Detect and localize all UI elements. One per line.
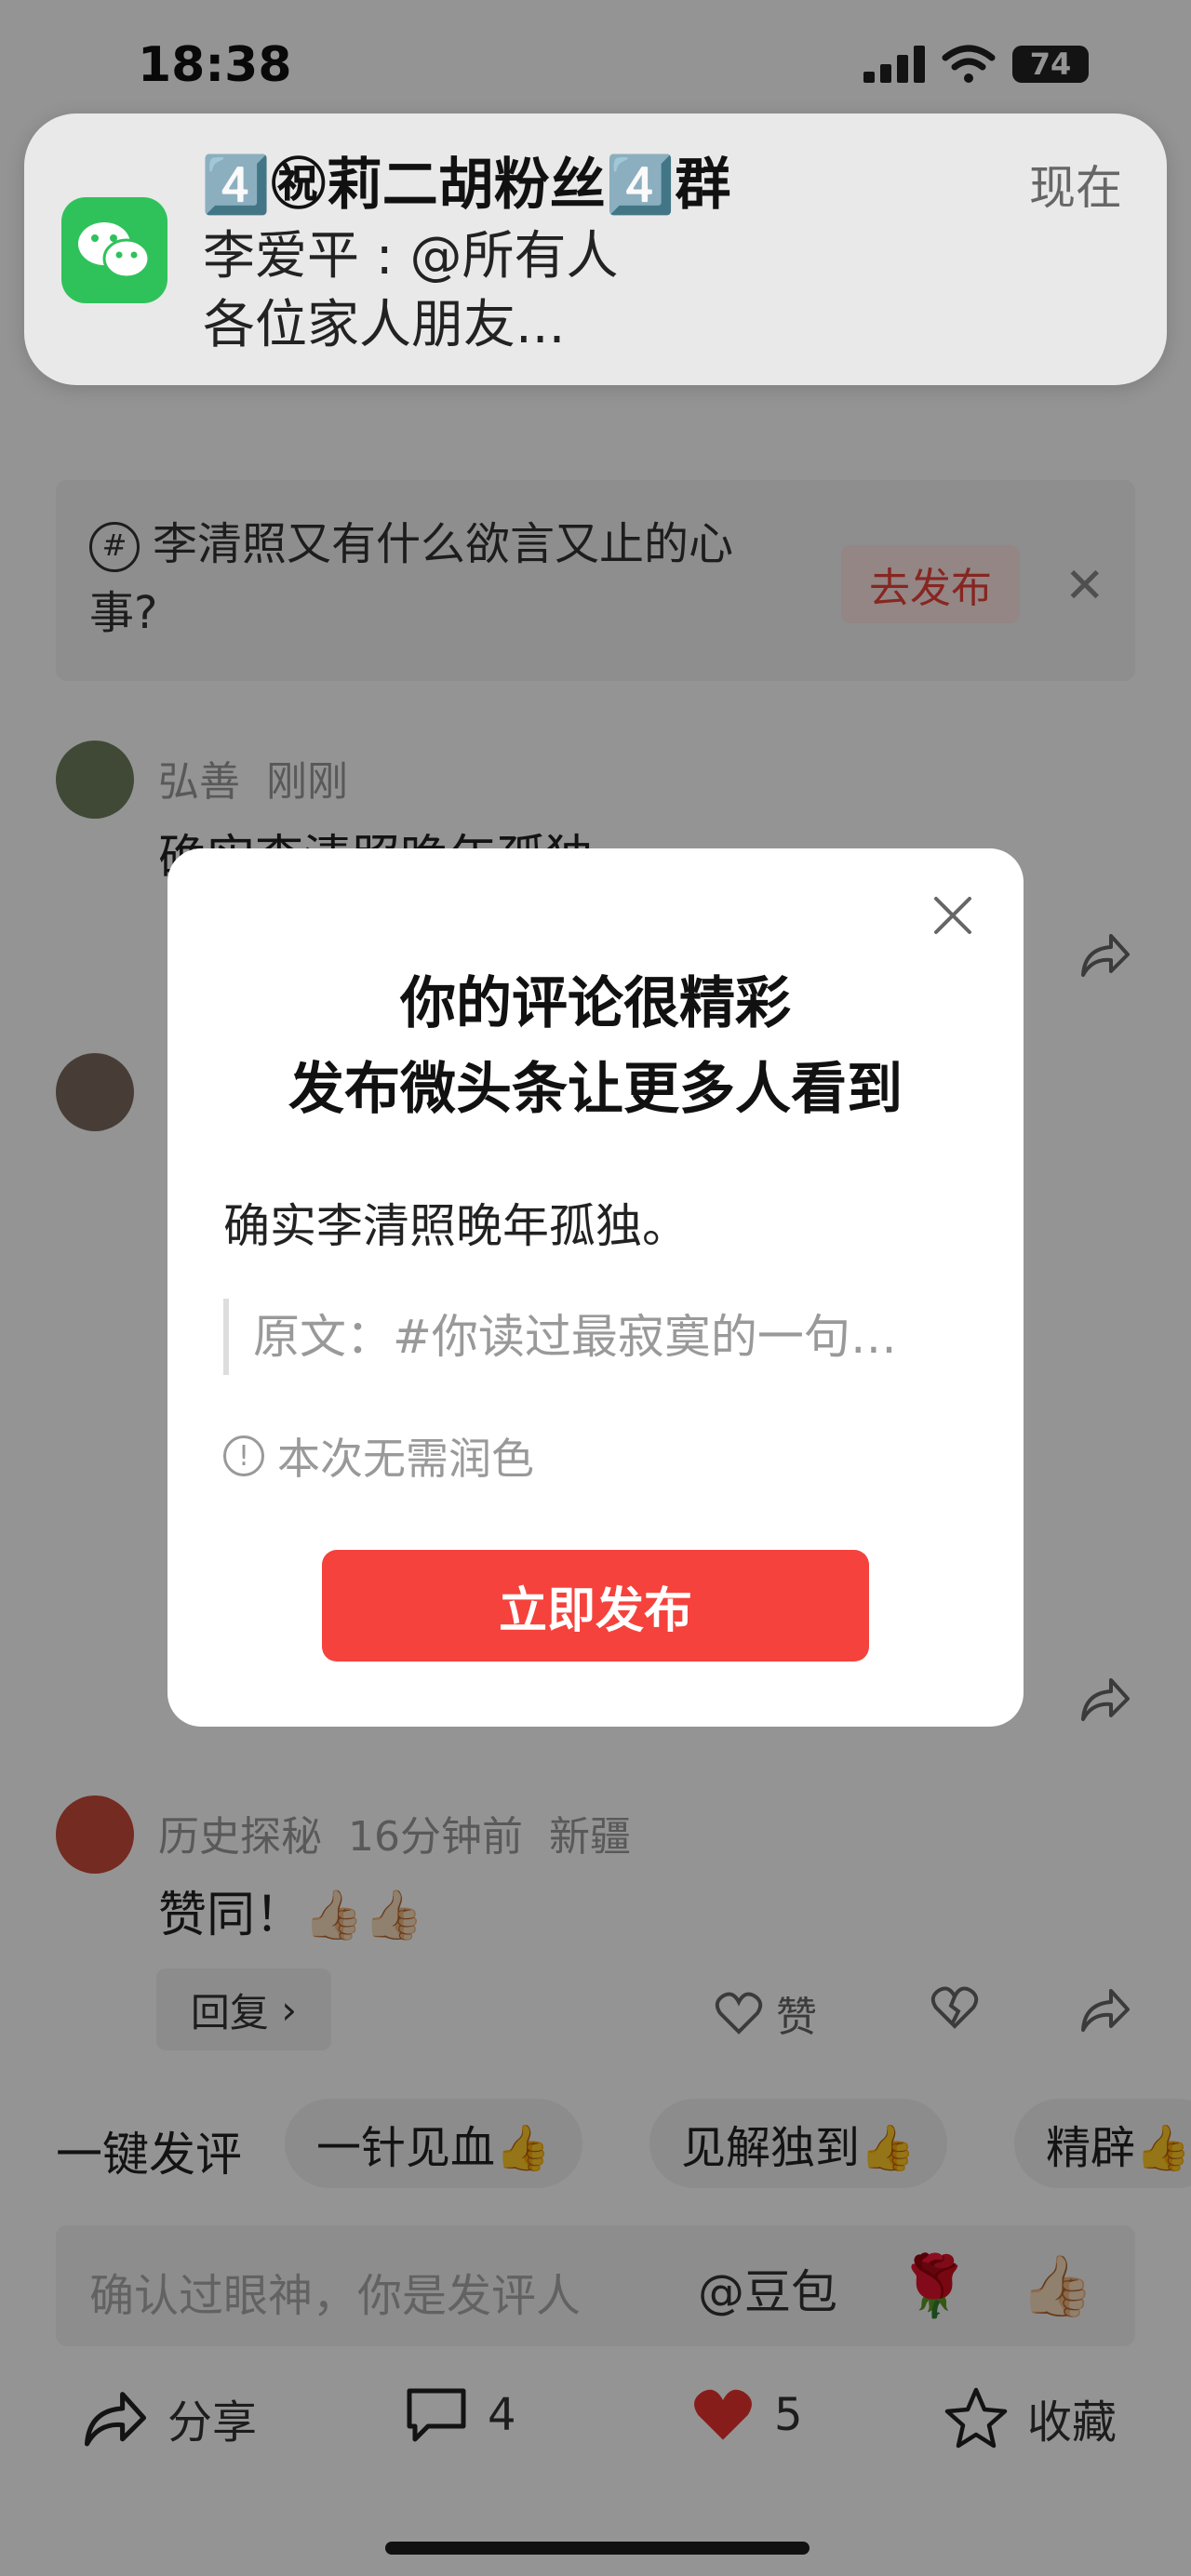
notification-preview: 各位家人朋友... (203, 295, 566, 355)
wechat-icon (61, 197, 167, 303)
dialog-comment-text: 确实李清照晚年孤独。 (223, 1199, 689, 1253)
close-icon[interactable] (930, 893, 975, 938)
notification-title: 4️⃣㊗莉二胡粉丝4️⃣群 (201, 153, 731, 218)
polish-note: ! 本次无需润色 (223, 1425, 534, 1487)
dialog-title: 你的评论很精彩 (400, 971, 791, 1036)
original-post-quote: 原文：#你读过最寂寞的一句… (223, 1299, 960, 1375)
notification-time: 现在 (1029, 161, 1122, 215)
notification-banner[interactable]: 4️⃣㊗莉二胡粉丝4️⃣群 李爱平 : @所有人 各位家人朋友... 现在 (24, 113, 1167, 385)
home-indicator[interactable] (385, 2542, 810, 2555)
dialog-subtitle: 发布微头条让更多人看到 (288, 1057, 903, 1122)
notification-sender: 李爱平 : @所有人 (203, 226, 619, 287)
publish-dialog: 你的评论很精彩 发布微头条让更多人看到 确实李清照晚年孤独。 原文：#你读过最寂… (167, 848, 1024, 1727)
info-icon: ! (223, 1435, 264, 1476)
publish-now-button[interactable]: 立即发布 (322, 1550, 869, 1662)
